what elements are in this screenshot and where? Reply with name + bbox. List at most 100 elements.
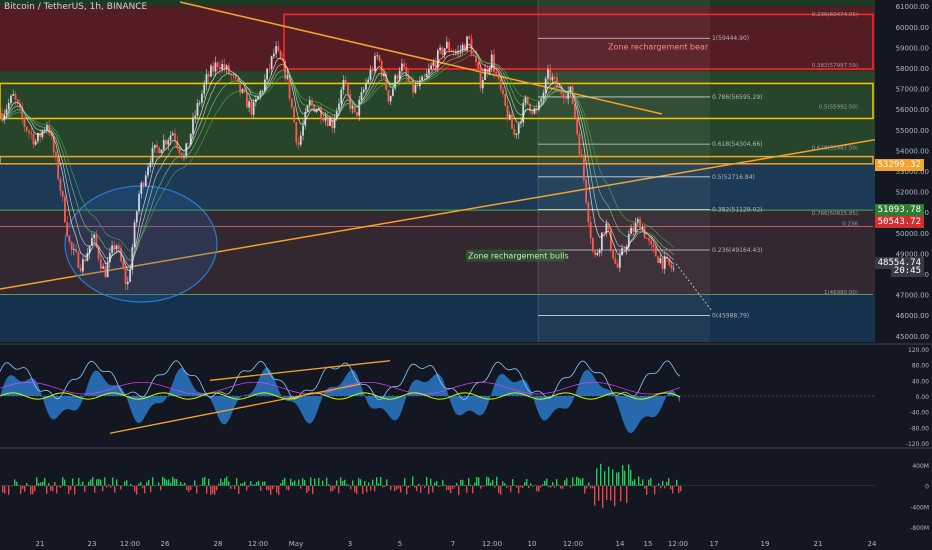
bull-ellipse-annotation — [64, 185, 218, 303]
time-tick-label: 21 — [36, 540, 45, 548]
volume-bar — [590, 485, 592, 489]
candle-body — [376, 55, 379, 57]
fib-label: 0.382(51129.02) — [712, 207, 763, 214]
volume-bar — [410, 485, 412, 486]
candle-body — [64, 196, 66, 223]
candle-body — [378, 55, 381, 62]
volume-bar — [62, 477, 64, 486]
candle-body — [432, 62, 435, 66]
volume-bar — [648, 479, 650, 486]
volume-bar — [84, 485, 86, 492]
volume-bar — [374, 485, 376, 492]
candle-body — [165, 140, 167, 145]
osc-tick-label: 80.00 — [912, 363, 929, 370]
volume-bar — [550, 485, 552, 488]
volume-bar — [430, 478, 432, 486]
volume-bar — [178, 484, 180, 486]
candle-body — [187, 143, 190, 145]
volume-bar — [398, 485, 400, 489]
volume-bar — [462, 479, 464, 486]
candle-body — [171, 133, 174, 136]
candle-body — [34, 141, 37, 145]
volume-bar — [118, 485, 120, 487]
volume-bar — [24, 485, 26, 492]
volume-bar — [370, 485, 372, 491]
candle-body — [441, 47, 444, 56]
volume-bar — [138, 483, 140, 486]
candle-body — [104, 266, 107, 278]
volume-bar — [338, 485, 340, 494]
volume-bar — [236, 478, 238, 486]
volume-bar — [598, 485, 600, 501]
volume-bar — [30, 485, 32, 495]
volume-bar — [670, 485, 672, 490]
chart-canvas[interactable]: 1(59444.90) 0.786(56595.29) 0.618(54304.66… — [0, 0, 932, 550]
osc-trendline-high — [209, 360, 391, 381]
candle-body — [342, 80, 345, 90]
candle-body — [216, 62, 219, 67]
volume-bar — [436, 481, 438, 486]
fib-label: 0.5(52716.84) — [712, 174, 755, 181]
volume-bar — [548, 485, 550, 488]
time-tick-label: 12:00 — [120, 540, 140, 548]
candle-body — [591, 238, 594, 252]
vol-tick-label: 400M — [912, 463, 929, 470]
candle-body — [448, 41, 450, 51]
candle-body — [275, 46, 277, 54]
volume-bar — [326, 477, 328, 486]
volume-bar — [524, 482, 526, 486]
candle-body — [117, 245, 120, 248]
price-tick-label: 56000.00 — [896, 106, 929, 114]
candle-body — [553, 76, 556, 78]
candle-body — [268, 68, 271, 70]
volume-bar — [458, 485, 460, 495]
volume-bar — [620, 485, 622, 502]
volume-bar — [298, 479, 300, 486]
volume-bar — [428, 485, 430, 494]
volume-bar — [422, 485, 424, 486]
volume-bar — [134, 485, 136, 492]
volume-bar — [110, 485, 112, 488]
volume-bar — [490, 482, 492, 486]
candle-body — [79, 268, 82, 272]
candle-body — [481, 80, 484, 89]
candle-body — [57, 157, 60, 179]
candle-body — [434, 62, 437, 68]
price-tick-label: 60000.00 — [896, 24, 929, 32]
volume-bar — [26, 483, 28, 486]
volume-bar — [258, 480, 260, 486]
volume-bar — [502, 481, 504, 486]
candle-body — [392, 88, 394, 96]
volume-bar — [106, 485, 108, 488]
candle-body — [232, 75, 235, 77]
candle-body — [81, 259, 84, 272]
volume-bar — [570, 485, 572, 488]
volume-bar — [216, 485, 218, 491]
time-tick-label: 14 — [616, 540, 625, 548]
volume-bar — [348, 484, 350, 486]
candle-body — [290, 98, 293, 108]
candle-body — [598, 249, 601, 254]
candle-body — [439, 47, 441, 51]
candle-body — [657, 256, 659, 263]
candle-body — [367, 79, 370, 84]
candle-body — [299, 135, 302, 145]
volume-bar — [180, 481, 182, 486]
osc-tick-label: -120.00 — [906, 441, 929, 448]
volume-bar — [168, 479, 170, 486]
candle-body — [270, 56, 273, 69]
candle-body — [293, 107, 295, 123]
candle-body — [589, 222, 592, 239]
candle-body — [77, 251, 80, 269]
volume-bar — [230, 485, 232, 489]
volume-bar — [528, 485, 530, 489]
volume-bar — [536, 485, 538, 492]
volume-bar — [126, 480, 128, 486]
candle-body — [540, 98, 543, 102]
volume-bar — [582, 478, 584, 486]
volume-bar — [256, 481, 258, 486]
volume-bar — [482, 485, 484, 487]
candle-body — [75, 248, 78, 252]
candle-body — [223, 64, 226, 70]
volume-bar — [324, 485, 326, 487]
